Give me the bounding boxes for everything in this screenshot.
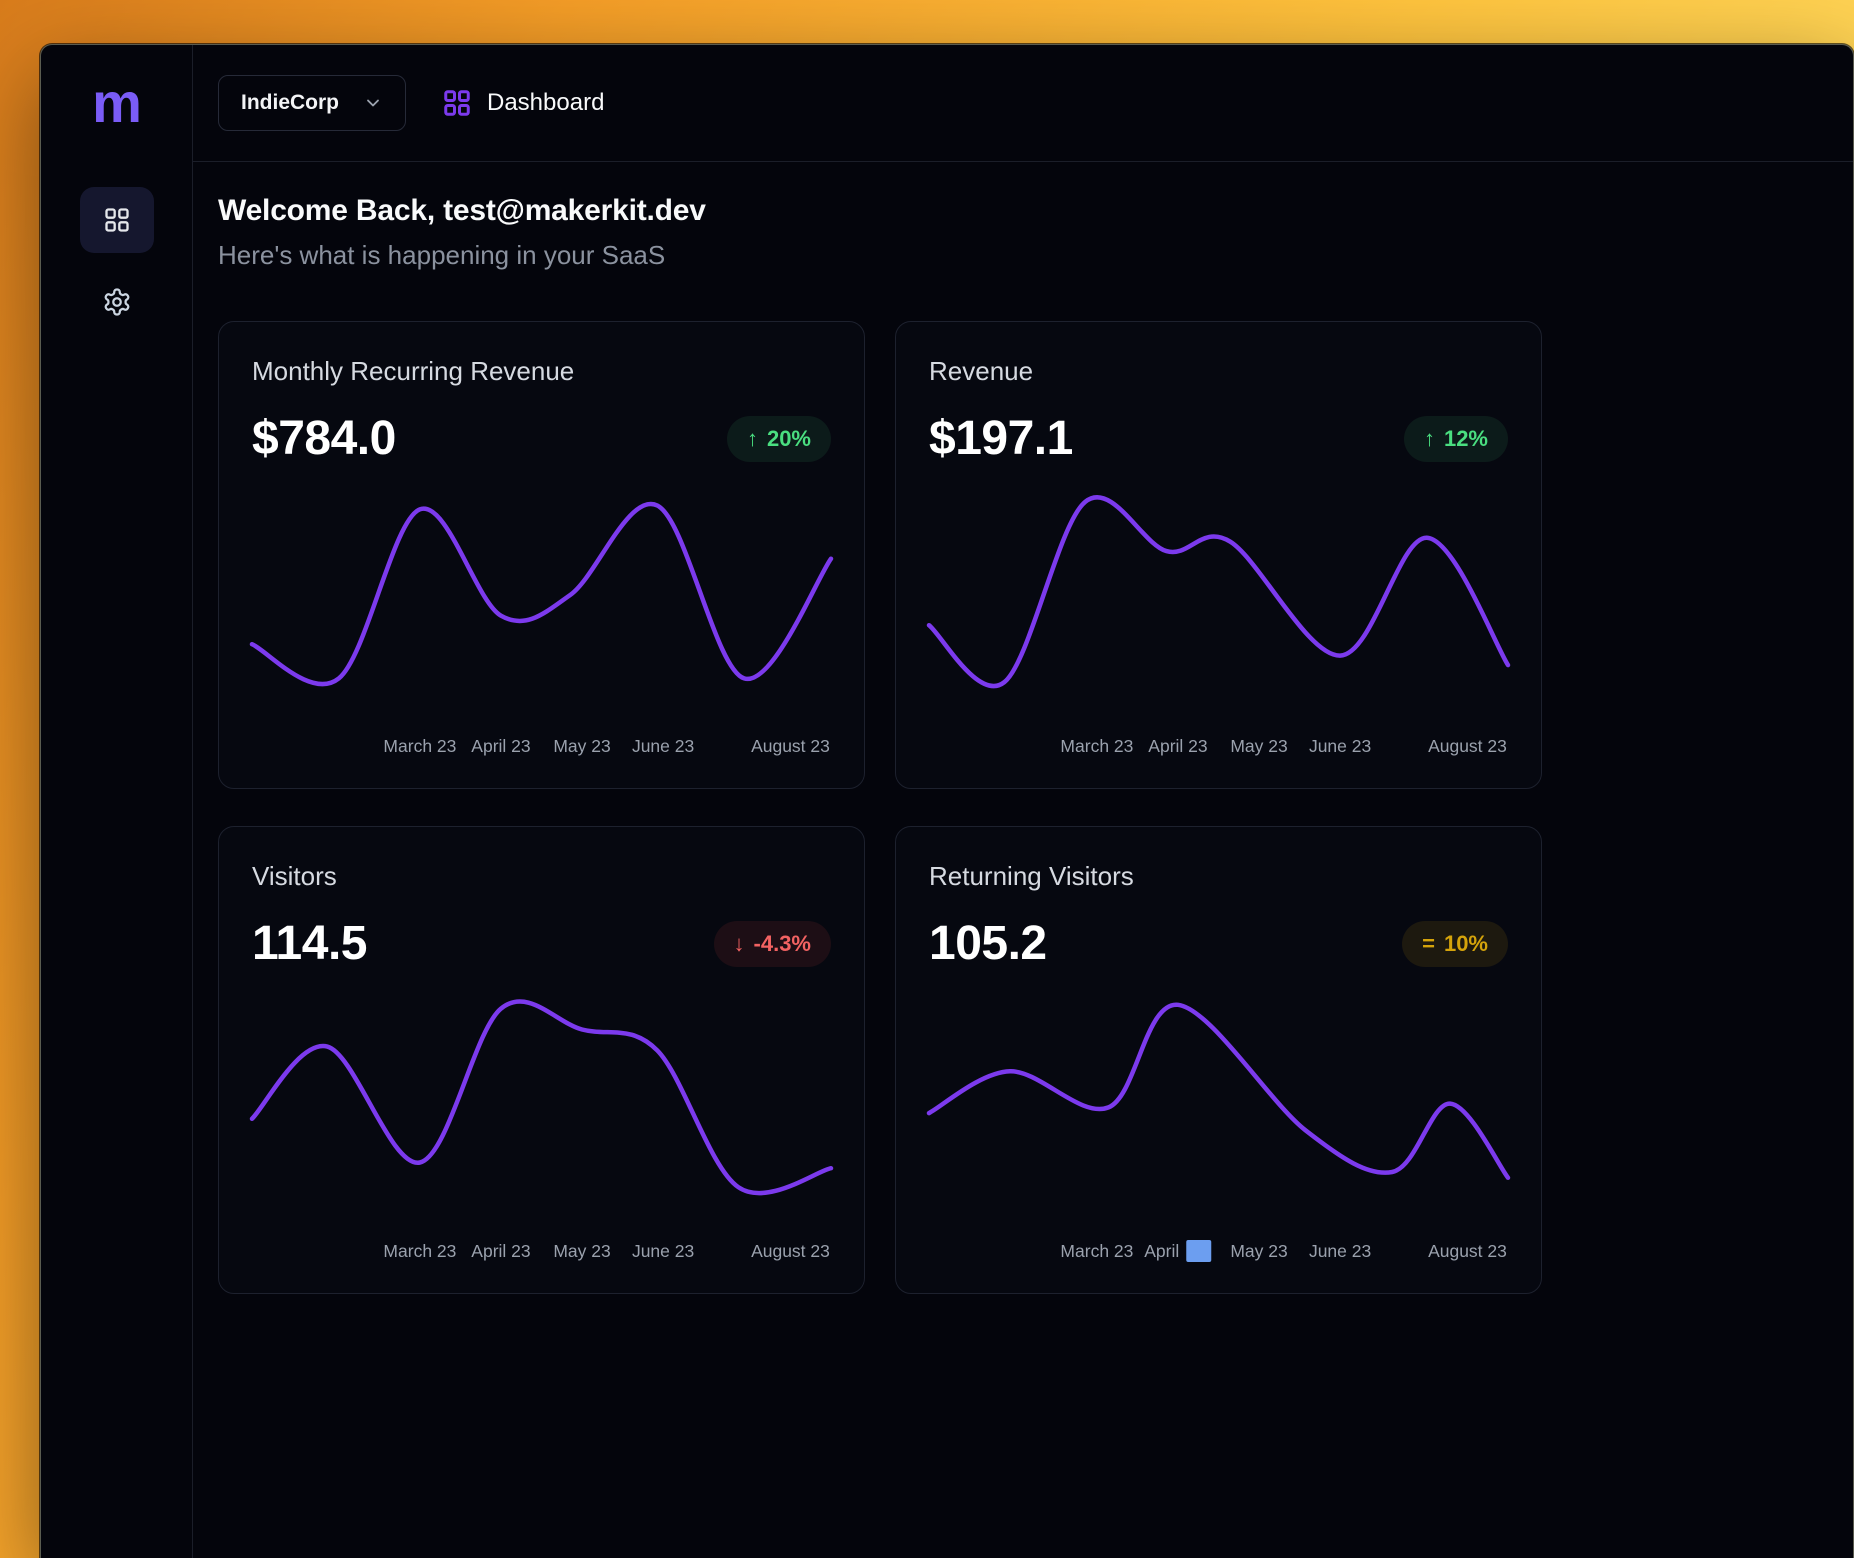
page-title: Dashboard	[487, 89, 604, 117]
sidebar: m	[41, 45, 193, 1558]
value-row: $784.0 ↑ 20%	[252, 411, 831, 466]
trend-badge-up: ↑ 20%	[727, 416, 831, 462]
arrow-down-icon: ↓	[734, 933, 745, 955]
trend-badge-down: ↓ -4.3%	[714, 921, 831, 967]
metric-card-revenue: Revenue $197.1 ↑ 12% March 23 April 23	[895, 321, 1542, 789]
metric-cards-grid: Monthly Recurring Revenue $784.0 ↑ 20% M…	[218, 321, 1542, 1294]
x-axis-labels: March 23 April 23 May 23 June 23 August …	[252, 1241, 831, 1265]
x-tick-april-text: April	[1144, 1241, 1179, 1261]
sidebar-item-dashboard[interactable]	[80, 187, 154, 253]
x-tick: April 23	[1148, 736, 1207, 757]
x-tick: March 23	[383, 1241, 456, 1262]
x-tick: June 23	[632, 736, 694, 757]
x-tick: June 23	[632, 1241, 694, 1262]
settings-gear-icon	[102, 287, 132, 317]
arrow-up-icon: ↑	[747, 428, 758, 450]
x-axis-labels: March 23 April 23 May 23 June 23 August …	[252, 736, 831, 760]
x-tick: June 23	[1309, 1241, 1371, 1262]
card-title: Revenue	[929, 356, 1508, 387]
line-chart-returning-visitors	[929, 1001, 1508, 1191]
x-tick-april: April 23	[1144, 1241, 1211, 1262]
x-axis-labels: March 23 April 23 May 23 June 23 August 2…	[929, 1241, 1508, 1265]
line-chart-mrr	[252, 496, 831, 686]
grid-icon	[103, 206, 131, 234]
trend-badge-text: 10%	[1444, 931, 1488, 957]
value-row: 105.2 = 10%	[929, 916, 1508, 971]
x-tick: March 23	[1060, 736, 1133, 757]
team-selector-label: IndieCorp	[241, 91, 339, 115]
x-tick: June 23	[1309, 736, 1371, 757]
x-tick: March 23	[1060, 1241, 1133, 1262]
x-tick: May 23	[553, 1241, 610, 1262]
line-chart-visitors	[252, 1001, 831, 1191]
x-tick: May 23	[553, 736, 610, 757]
welcome-heading: Welcome Back, test@makerkit.dev	[218, 194, 1853, 228]
dashboard-grid-icon	[442, 88, 472, 118]
main-area: IndieCorp Dashboard Welcome Back, test@m…	[193, 45, 1853, 1558]
metric-value: $784.0	[252, 411, 396, 466]
sidebar-nav	[80, 187, 154, 335]
metric-card-visitors: Visitors 114.5 ↓ -4.3% March 23 April 23	[218, 826, 865, 1294]
x-tick: May 23	[1230, 1241, 1287, 1262]
trend-badge-text: -4.3%	[754, 931, 811, 957]
x-tick: April 23	[471, 1241, 530, 1262]
line-chart-revenue	[929, 496, 1508, 686]
breadcrumb: Dashboard	[442, 88, 604, 118]
trend-badge-text: 12%	[1444, 426, 1488, 452]
trend-badge-up: ↑ 12%	[1404, 416, 1508, 462]
card-title: Returning Visitors	[929, 861, 1508, 892]
arrow-up-icon: ↑	[1424, 428, 1435, 450]
selected-text-highlight: 23	[1186, 1240, 1211, 1262]
metric-value: 114.5	[252, 916, 367, 971]
trend-badge-text: 20%	[767, 426, 811, 452]
x-tick: March 23	[383, 736, 456, 757]
app-window: m	[40, 44, 1854, 1558]
x-tick: August 23	[751, 1241, 830, 1262]
equals-icon: =	[1422, 933, 1435, 955]
dashboard-content: Welcome Back, test@makerkit.dev Here's w…	[193, 162, 1853, 1294]
x-tick: August 23	[1428, 1241, 1507, 1262]
chevron-down-icon	[363, 93, 383, 113]
team-selector-button[interactable]: IndieCorp	[218, 75, 406, 131]
metric-card-returning-visitors: Returning Visitors 105.2 = 10% March 23	[895, 826, 1542, 1294]
card-title: Monthly Recurring Revenue	[252, 356, 831, 387]
value-row: $197.1 ↑ 12%	[929, 411, 1508, 466]
app-logo: m	[92, 75, 141, 131]
metric-card-mrr: Monthly Recurring Revenue $784.0 ↑ 20% M…	[218, 321, 865, 789]
top-bar: IndieCorp Dashboard	[193, 45, 1853, 162]
x-tick: April 23	[471, 736, 530, 757]
x-tick: August 23	[1428, 736, 1507, 757]
metric-value: $197.1	[929, 411, 1073, 466]
welcome-subtitle: Here's what is happening in your SaaS	[218, 240, 1853, 271]
value-row: 114.5 ↓ -4.3%	[252, 916, 831, 971]
x-tick: May 23	[1230, 736, 1287, 757]
x-axis-labels: March 23 April 23 May 23 June 23 August …	[929, 736, 1508, 760]
metric-value: 105.2	[929, 916, 1047, 971]
card-title: Visitors	[252, 861, 831, 892]
trend-badge-flat: = 10%	[1402, 921, 1508, 967]
sidebar-item-settings[interactable]	[80, 269, 154, 335]
x-tick: August 23	[751, 736, 830, 757]
